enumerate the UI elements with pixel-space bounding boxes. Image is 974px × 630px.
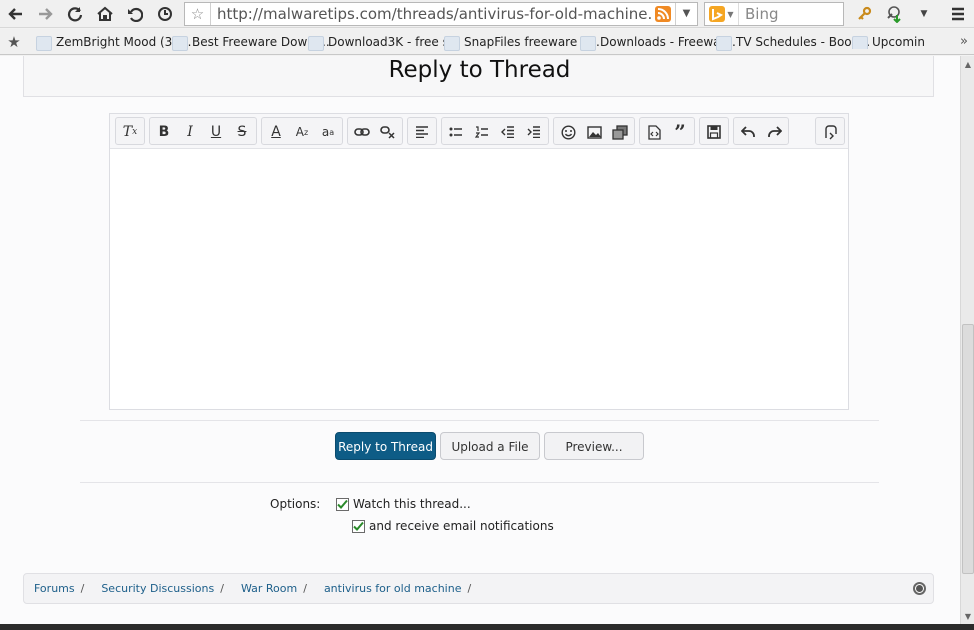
- save-draft-icon[interactable]: [703, 121, 725, 143]
- watch-thread-label: Watch this thread...: [353, 497, 471, 511]
- bing-icon[interactable]: ▼: [705, 3, 739, 25]
- forward-arrow-icon[interactable]: [33, 2, 57, 26]
- underline-icon[interactable]: U: [205, 121, 227, 143]
- menu-icon[interactable]: [946, 2, 970, 26]
- font-size-icon[interactable]: Az: [291, 121, 313, 143]
- search-placeholder: Bing: [745, 5, 779, 23]
- breadcrumb: Forums / Security Discussions / War Room / …: [23, 573, 934, 604]
- bookmark-item[interactable]: TV Schedules - Book...: [708, 35, 870, 51]
- scroll-top-icon[interactable]: [913, 582, 926, 595]
- reply-to-thread-button[interactable]: Reply to Thread: [335, 432, 436, 460]
- preview-button[interactable]: Preview...: [544, 432, 644, 460]
- rss-icon[interactable]: [651, 3, 675, 25]
- toolbar-group-text-style: B I U S: [149, 117, 257, 145]
- undo-edit-icon[interactable]: [737, 121, 759, 143]
- scrollbar-thumb[interactable]: [962, 324, 974, 574]
- toolbar-group-insert: [553, 117, 635, 145]
- vertical-scrollbar[interactable]: ▲ ▼: [960, 56, 974, 630]
- watch-thread-checkbox[interactable]: [336, 497, 349, 511]
- media-icon[interactable]: [609, 121, 631, 143]
- align-left-icon[interactable]: [411, 121, 433, 143]
- email-notifications-label: and receive email notifications: [369, 519, 554, 533]
- divider: [80, 482, 879, 483]
- back-arrow-icon[interactable]: [4, 2, 28, 26]
- options-label: Options:: [270, 497, 321, 511]
- navigation-toolbar: ☆ http://malwaretips.com/threads/antivir…: [0, 0, 974, 28]
- image-icon[interactable]: [583, 121, 605, 143]
- url-text[interactable]: http://malwaretips.com/threads/antivirus…: [211, 5, 651, 23]
- smiley-icon[interactable]: [557, 121, 579, 143]
- indent-icon[interactable]: [523, 121, 545, 143]
- editor-toolbar: Tx B I U S A Az aa ”: [110, 114, 848, 149]
- unlink-icon[interactable]: [377, 121, 399, 143]
- breadcrumb-item[interactable]: Security Discussions /: [101, 582, 224, 595]
- redo-edit-icon[interactable]: [763, 121, 785, 143]
- email-notifications-checkbox[interactable]: [352, 519, 365, 533]
- scroll-down-arrow-icon[interactable]: ▼: [961, 610, 974, 624]
- bulleted-list-icon[interactable]: [445, 121, 467, 143]
- strikethrough-icon[interactable]: S: [231, 121, 253, 143]
- toolbar-group-mode: [815, 117, 845, 145]
- chevron-right-icon[interactable]: »: [960, 34, 968, 49]
- upload-file-button[interactable]: Upload a File: [440, 432, 540, 460]
- download-icon[interactable]: [882, 2, 906, 26]
- search-bar[interactable]: ▼ Bing: [704, 2, 844, 26]
- toggle-bbcode-icon[interactable]: [819, 121, 841, 143]
- page-title: Reply to Thread: [388, 57, 571, 83]
- reload-icon[interactable]: [63, 2, 87, 26]
- bookmark-item[interactable]: Download3K - free s...: [300, 35, 460, 51]
- font-color-icon[interactable]: A: [265, 121, 287, 143]
- outdent-icon[interactable]: [497, 121, 519, 143]
- page-viewport: Reply to Thread Tx B I U S A A z a a ” R…: [0, 56, 960, 630]
- numbered-list-icon[interactable]: [471, 121, 493, 143]
- link-icon[interactable]: [351, 121, 373, 143]
- toolbar-group-code: ”: [639, 117, 695, 145]
- bookmarks-toolbar: ★ ZemBright Mood (30... Best Freeware Do…: [0, 29, 974, 55]
- message-editor: Tx B I U S A Az aa ”: [109, 113, 849, 410]
- reply-heading-box: Reply to Thread: [23, 56, 934, 97]
- remove-format-icon[interactable]: Tx: [119, 121, 141, 143]
- toolbar-group-link: [347, 117, 403, 145]
- code-icon[interactable]: [643, 121, 665, 143]
- bookmark-item[interactable]: Upcoming Sho: [844, 35, 924, 49]
- toolbar-group-align: [407, 117, 437, 145]
- toolbar-group-clear: Tx: [115, 117, 145, 145]
- home-icon[interactable]: [93, 2, 117, 26]
- font-family-icon[interactable]: aa: [317, 121, 339, 143]
- address-bar[interactable]: ☆ http://malwaretips.com/threads/antivir…: [184, 2, 698, 26]
- toolbar-group-lists: [441, 117, 549, 145]
- toolbar-group-font: A Az aa: [261, 117, 343, 145]
- history-icon[interactable]: [153, 2, 177, 26]
- bookmark-item[interactable]: Downloads - Freewar...: [572, 35, 736, 51]
- bookmarks-star-icon[interactable]: ★: [0, 33, 28, 51]
- toolbar-group-history: [733, 117, 789, 145]
- scroll-up-arrow-icon[interactable]: ▲: [961, 58, 974, 72]
- page-content: Reply to Thread Tx B I U S A A z a a ” R…: [0, 56, 960, 630]
- bold-icon[interactable]: B: [153, 121, 175, 143]
- email-notifications-option[interactable]: and receive email notifications: [352, 519, 554, 533]
- undo-icon[interactable]: [123, 2, 147, 26]
- window-bottom-edge: [0, 624, 974, 630]
- message-textarea[interactable]: [110, 150, 848, 409]
- toolbar-group-save: [699, 117, 729, 145]
- bookmark-item[interactable]: SnapFiles freeware a...: [436, 35, 600, 51]
- breadcrumb-item[interactable]: Forums /: [34, 582, 84, 595]
- chevron-down-icon[interactable]: ▼: [912, 2, 936, 26]
- quote-icon[interactable]: ”: [669, 120, 691, 144]
- bookmark-item[interactable]: Best Freeware Downl...: [164, 35, 330, 51]
- bookmark-item[interactable]: ZemBright Mood (30...: [28, 35, 191, 51]
- browser-window: ☆ http://malwaretips.com/threads/antivir…: [0, 0, 974, 630]
- dropdown-icon[interactable]: ▼: [675, 3, 697, 25]
- breadcrumb-item[interactable]: antivirus for old machine /: [324, 582, 471, 595]
- breadcrumb-item[interactable]: War Room /: [241, 582, 307, 595]
- key-icon[interactable]: [852, 2, 876, 26]
- divider: [80, 420, 879, 421]
- watch-thread-option[interactable]: Watch this thread...: [336, 497, 471, 511]
- italic-icon[interactable]: I: [179, 121, 201, 143]
- bookmark-star-icon[interactable]: ☆: [185, 3, 211, 25]
